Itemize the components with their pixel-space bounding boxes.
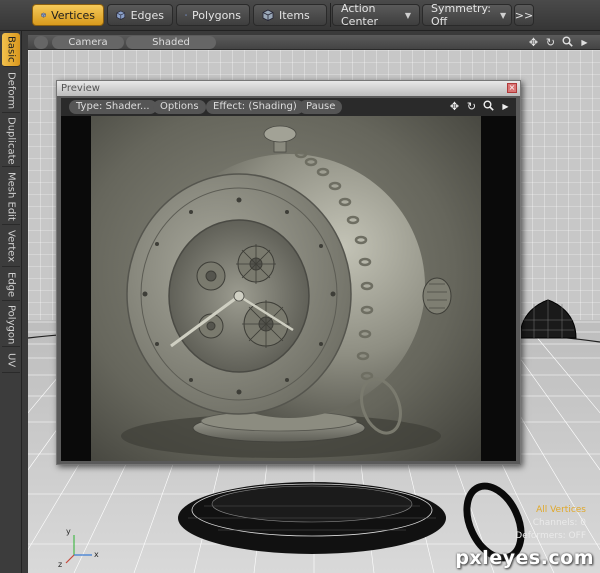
close-icon[interactable]: × [507, 83, 517, 93]
tab-mesh-edit[interactable]: Mesh Edit [2, 169, 20, 225]
preview-pause-button[interactable]: Pause [299, 100, 343, 114]
tab-basic[interactable]: Basic [2, 33, 20, 67]
preview-type-button[interactable]: Type: Shader... [69, 100, 157, 114]
move-icon[interactable]: ✥ [527, 36, 540, 49]
preview-options-button[interactable]: Options [153, 100, 206, 114]
vertices-label: Vertices [51, 8, 95, 22]
rotate-icon[interactable]: ↻ [465, 100, 478, 114]
tab-uv[interactable]: UV [2, 349, 20, 373]
triangle-menu-icon[interactable]: ▶ [578, 36, 591, 49]
axis-x-label: x [94, 550, 99, 559]
wireframe-base [178, 482, 446, 554]
toolbar-separator [330, 3, 331, 27]
vertices-mode-button[interactable]: Vertices [32, 4, 104, 26]
preview-title-bar[interactable]: Preview × [57, 81, 520, 96]
zoom-icon[interactable] [482, 100, 495, 114]
tab-vertex[interactable]: Vertex [2, 227, 20, 267]
tab-polygon[interactable]: Polygon [2, 303, 20, 347]
items-mode-button[interactable]: Items [253, 4, 327, 26]
triangle-menu-icon[interactable]: ▶ [499, 100, 512, 114]
tab-edge[interactable]: Edge [2, 269, 20, 301]
viewport-menu-button[interactable] [34, 36, 48, 49]
shading-selector[interactable]: Shaded [126, 36, 216, 49]
viewport-status: All Vertices Channels: 0 Deformers: OFF [515, 504, 586, 543]
tool-tab-strip: Basic Deform Duplicate Mesh Edit Vertex … [0, 31, 22, 573]
pocket-watch-render [61, 116, 516, 461]
move-icon[interactable]: ✥ [448, 100, 461, 114]
symmetry-dropdown[interactable]: Symmetry: Off ▼ [422, 2, 512, 28]
viewport-header: Camera Shaded ✥ ↻ ▶ [28, 35, 600, 50]
preview-window[interactable]: Preview × Type: Shader... Options Effect… [56, 80, 521, 465]
polygons-label: Polygons [192, 8, 241, 22]
action-center-label: Action Center [341, 2, 379, 28]
overflow-label: >> [514, 8, 534, 22]
items-label: Items [279, 8, 310, 22]
status-deformers: Deformers: OFF [515, 531, 586, 541]
chevron-down-icon: ▼ [499, 10, 507, 20]
action-center-dropdown[interactable]: Action Center ▼ [332, 2, 420, 28]
polygons-cube-icon [185, 14, 187, 17]
axis-z-label: z [58, 560, 62, 569]
tab-deform[interactable]: Deform [2, 69, 20, 113]
zoom-icon[interactable] [561, 36, 574, 49]
status-selection: All Vertices [536, 505, 586, 515]
polygons-mode-button[interactable]: Polygons [176, 4, 250, 26]
rotate-icon[interactable]: ↻ [544, 36, 557, 49]
status-channels: Channels: 0 [532, 518, 586, 528]
main-toolbar: Vertices Edges Polygons Items Action Cen… [0, 0, 600, 31]
preview-toolbar: Type: Shader... Options Effect: (Shading… [61, 98, 516, 116]
edges-mode-button[interactable]: Edges [107, 4, 173, 26]
camera-selector[interactable]: Camera [52, 36, 124, 49]
axis-y-label: y [66, 527, 71, 536]
preview-effect-button[interactable]: Effect: (Shading) [206, 100, 304, 114]
vertices-cube-icon [41, 12, 46, 18]
more-tools-button[interactable]: >> [514, 4, 534, 26]
edges-label: Edges [130, 8, 164, 22]
watermark: pxleyes.com [455, 547, 594, 569]
items-cube-icon [262, 9, 274, 21]
preview-render-area[interactable] [61, 116, 516, 461]
symmetry-label: Symmetry: Off [431, 2, 491, 28]
chevron-down-icon: ▼ [404, 10, 411, 20]
preview-title: Preview [61, 83, 100, 94]
tab-duplicate[interactable]: Duplicate [2, 115, 20, 167]
edges-cube-icon [116, 10, 126, 20]
